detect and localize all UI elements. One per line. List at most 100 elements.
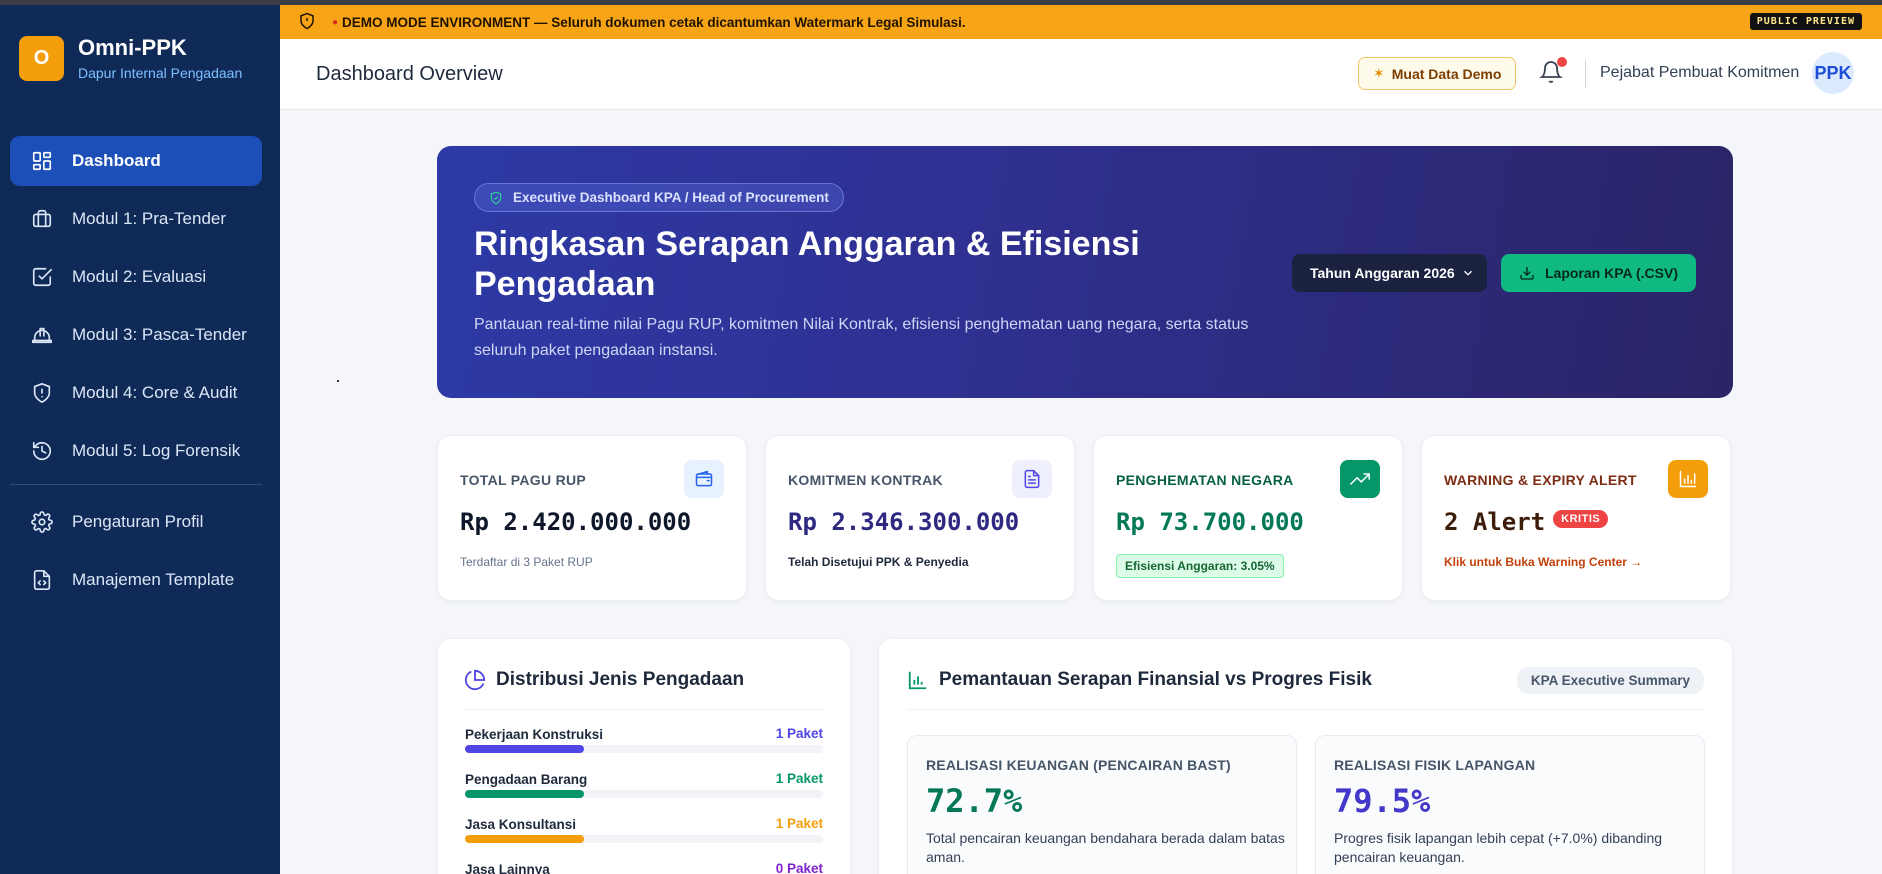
sidebar-item-pengaturan-profil[interactable]: Pengaturan Profil: [10, 497, 262, 547]
sidebar-item-pra-tender[interactable]: Modul 1: Pra-Tender: [10, 194, 262, 244]
sidebar-item-label: Manajemen Template: [72, 570, 235, 589]
distribution-count: 1 Paket: [775, 726, 823, 741]
distribution-type-name: Jasa Konsultansi: [465, 817, 577, 832]
distribution-count: 1 Paket: [775, 771, 823, 786]
sidebar-item-label: Modul 1: Pra-Tender: [72, 209, 227, 228]
hard-hat-icon: [30, 323, 54, 347]
check-square-icon: [30, 265, 54, 289]
sidebar-item-log-forensik[interactable]: Modul 5: Log Forensik: [10, 426, 262, 476]
sidebar-nav: Dashboard Modul 1: Pra-Tender Modul 2: E…: [10, 136, 262, 613]
stray-dot: [337, 380, 339, 382]
hero-description: Pantauan real-time nilai Pagu RUP, komit…: [474, 316, 1249, 359]
bar-chart-icon: [1668, 460, 1708, 498]
distribution-bar-fill: [465, 745, 585, 753]
sparkles-icon: ✶: [1373, 65, 1385, 81]
alert-count: 2 Alert: [1444, 508, 1546, 536]
sidebar-item-dashboard[interactable]: Dashboard: [10, 136, 262, 186]
stat-subtext: Telah Disetujui PPK & Penyedia: [788, 555, 969, 569]
fiscal-year-select[interactable]: Tahun Anggaran 2026: [1292, 254, 1487, 292]
metric-label: REALISASI KEUANGAN (PENCAIRAN BAST): [926, 757, 1231, 773]
briefcase-icon: [30, 207, 54, 231]
hero-badge-text: Executive Dashboard KPA / Head of Procur…: [513, 190, 829, 205]
sidebar-item-evaluasi[interactable]: Modul 2: Evaluasi: [10, 252, 262, 302]
hero-title: Ringkasan Serapan Anggaran & Efisiensi P…: [474, 225, 1140, 303]
physical-realization-box: REALISASI FISIK LAPANGAN 79.5% Progres f…: [1315, 735, 1705, 874]
export-csv-label: Laporan KPA (.CSV): [1544, 265, 1678, 281]
stat-value: 2 Alert KRITIS: [1444, 508, 1609, 536]
load-demo-data-label: Muat Data Demo: [1391, 65, 1502, 82]
metric-description: Total pencairan keuangan bendahara berad…: [926, 830, 1285, 865]
pin-icon: ●: [332, 16, 339, 28]
metric-value: 72.7%: [926, 782, 1023, 820]
stat-card-penghematan: PENGHEMATAN NEGARA Rp 73.700.000 Efisien…: [1093, 435, 1403, 601]
shield-check-icon: [490, 191, 502, 204]
sidebar-item-label: Pengaturan Profil: [72, 512, 204, 531]
stat-subtext: Terdaftar di 3 Paket RUP: [460, 555, 593, 569]
distribution-panel: Distribusi Jenis Pengadaan Pekerjaan Kon…: [437, 638, 851, 874]
brand-name: Omni-PPK: [78, 35, 187, 60]
gear-icon: [30, 510, 54, 534]
distribution-bar-fill: [465, 790, 585, 798]
distribution-title-text: Distribusi Jenis Pengadaan: [496, 669, 745, 690]
panel-divider: [464, 709, 824, 710]
notification-dot: [1557, 57, 1567, 67]
efficiency-badge: Efisiensi Anggaran: 3.05%: [1116, 554, 1284, 578]
brand-logo: O: [19, 35, 64, 81]
sidebar-item-pasca-tender[interactable]: Modul 3: Pasca-Tender: [10, 310, 262, 360]
distribution-type-name: Pekerjaan Konstruksi: [465, 727, 604, 742]
metric-label: REALISASI FISIK LAPANGAN: [1334, 757, 1536, 773]
stat-label: PENGHEMATAN NEGARA: [1116, 472, 1294, 488]
panel-divider: [907, 709, 1704, 710]
sidebar-item-label: Modul 3: Pasca-Tender: [72, 325, 247, 344]
metric-description: Progres fisik lapangan lebih cepat (+7.0…: [1334, 830, 1663, 865]
brand-subtitle: Dapur Internal Pengadaan: [78, 65, 243, 81]
monitoring-panel: Pemantauan Serapan Finansial vs Progres …: [878, 638, 1733, 874]
stat-value: Rp 73.700.000: [1116, 508, 1304, 536]
warning-center-link[interactable]: Klik untuk Buka Warning Center →: [1444, 555, 1642, 569]
distribution-row: Pekerjaan Konstruksi 1 Paket: [465, 726, 823, 753]
distribution-title: Distribusi Jenis Pengadaan: [464, 669, 744, 691]
chevron-down-icon: [1461, 266, 1475, 283]
demo-mode-banner: ● DEMO MODE ENVIRONMENT — Seluruh dokume…: [280, 5, 1882, 39]
sidebar-item-label: Dashboard: [72, 151, 161, 170]
distribution-row: Jasa Lainnya 0 Paket: [465, 861, 823, 874]
stat-value: Rp 2.346.300.000: [788, 508, 1020, 536]
kpa-summary-chip: KPA Executive Summary: [1516, 667, 1704, 694]
top-header: Dashboard Overview ✶ Muat Data Demo Peja…: [280, 39, 1882, 110]
distribution-row: Jasa Konsultansi 1 Paket: [465, 816, 823, 843]
sidebar-item-label: Modul 2: Evaluasi: [72, 267, 207, 286]
grid-icon: [30, 149, 54, 173]
monitoring-title: Pemantauan Serapan Finansial vs Progres …: [907, 669, 1372, 691]
hero-banner: Executive Dashboard KPA / Head of Procur…: [437, 146, 1733, 398]
distribution-type-name: Pengadaan Barang: [465, 772, 588, 787]
hero-badge: Executive Dashboard KPA / Head of Procur…: [474, 183, 844, 212]
distribution-bar-track: [465, 790, 823, 798]
document-icon: [1012, 460, 1052, 498]
distribution-bar-track: [465, 745, 823, 753]
download-icon: [1520, 267, 1534, 280]
monitoring-title-text: Pemantauan Serapan Finansial vs Progres …: [939, 669, 1372, 690]
distribution-row: Pengadaan Barang 1 Paket: [465, 771, 823, 798]
sidebar-item-manajemen-template[interactable]: Manajemen Template: [10, 555, 262, 605]
sidebar-divider: [10, 484, 262, 485]
export-csv-button[interactable]: Laporan KPA (.CSV): [1501, 254, 1696, 292]
brand[interactable]: O Omni-PPK Dapur Internal Pengadaan: [19, 35, 242, 81]
load-demo-data-button[interactable]: ✶ Muat Data Demo: [1358, 57, 1517, 90]
distribution-count: 1 Paket: [775, 816, 823, 831]
critical-badge: KRITIS: [1553, 510, 1609, 528]
shield-alert-icon: [30, 381, 54, 405]
stat-value: Rp 2.420.000.000: [460, 508, 692, 536]
stat-card-warning-alert[interactable]: WARNING & EXPIRY ALERT 2 Alert KRITIS Kli…: [1421, 435, 1731, 601]
wallet-icon: [684, 460, 724, 498]
demo-banner-text: DEMO MODE ENVIRONMENT — Seluruh dokumen …: [342, 14, 966, 30]
history-icon: [30, 439, 54, 463]
metric-value: 79.5%: [1334, 782, 1431, 820]
distribution-type-name: Jasa Lainnya: [465, 862, 550, 874]
sidebar-item-label: Modul 4: Core & Audit: [72, 383, 238, 402]
public-preview-badge: PUBLIC PREVIEW: [1749, 13, 1862, 30]
avatar[interactable]: PPK: [1812, 52, 1854, 94]
pie-chart-icon: [464, 669, 486, 690]
shield-warning-icon: [298, 12, 316, 33]
sidebar-item-core-audit[interactable]: Modul 4: Core & Audit: [10, 368, 262, 418]
distribution-bar-fill: [465, 835, 585, 843]
